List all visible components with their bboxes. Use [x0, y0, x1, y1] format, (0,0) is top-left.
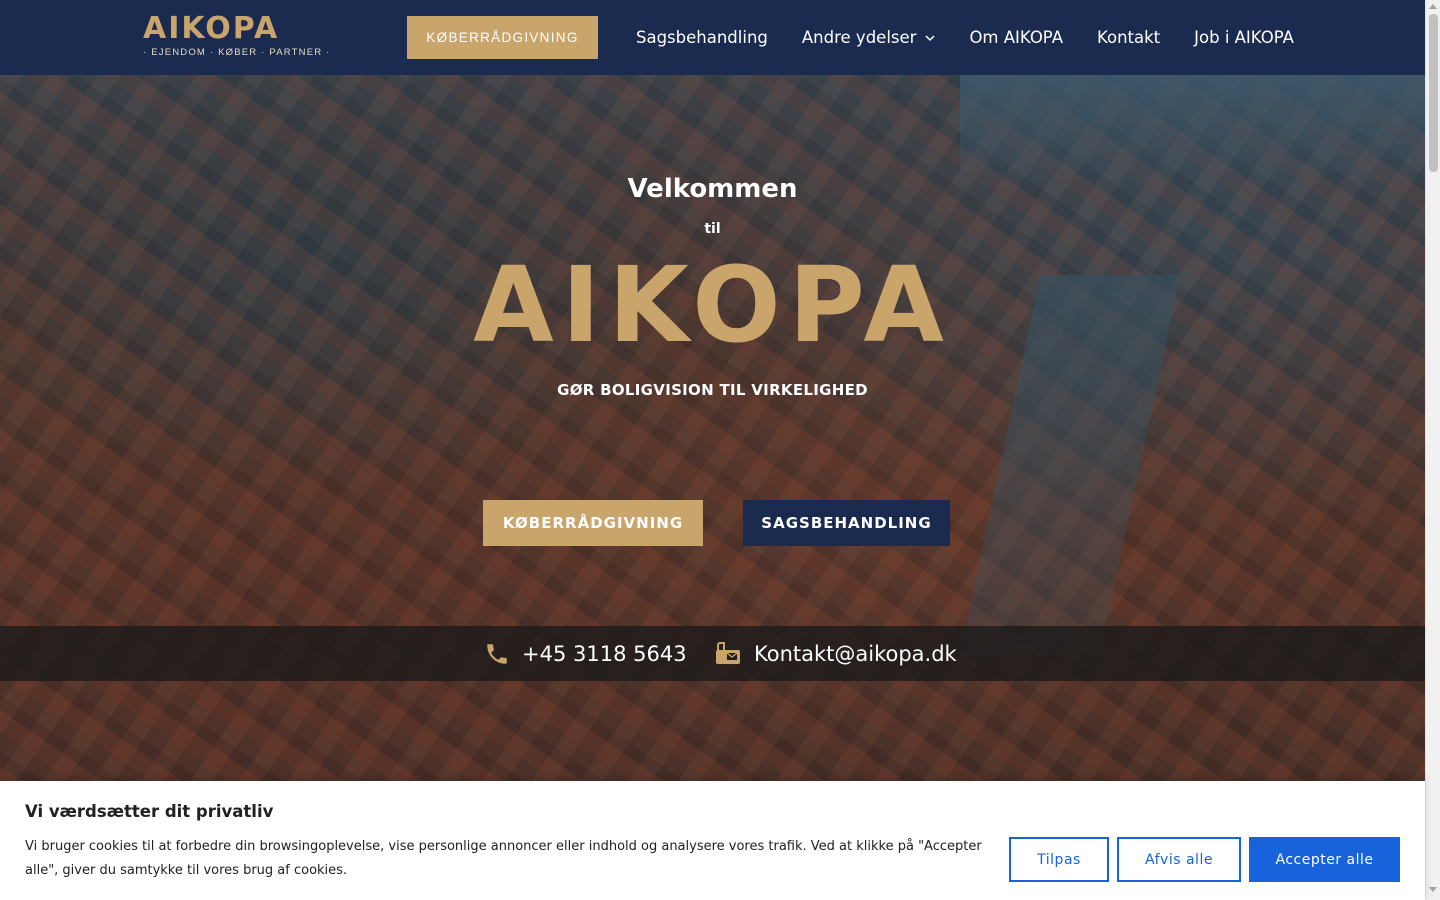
logo-tagline: · EJENDOM · KØBER · PARTNER · [143, 47, 331, 58]
scroll-thumb[interactable] [1429, 14, 1438, 172]
main-nav: Sagsbehandling Andre ydelser Om AIKOPA K… [636, 0, 1294, 75]
cookie-title: Vi værdsætter dit privatliv [25, 802, 274, 821]
nav-item-andre-ydelser[interactable]: Andre ydelser [802, 28, 936, 47]
nav-item-label: Sagsbehandling [636, 28, 768, 47]
nav-item-label: Andre ydelser [801, 28, 917, 47]
site-header: AIKOPA · EJENDOM · KØBER · PARTNER · KØB… [0, 0, 1425, 75]
scroll-down-arrow-icon[interactable] [1429, 887, 1437, 892]
nav-item-label: Job i AIKOPA [1194, 28, 1294, 47]
contact-phone-text: +45 3118 5643 [522, 641, 687, 666]
hero-welcome: Velkommen [627, 174, 798, 204]
nav-item-label: Kontakt [1096, 28, 1161, 47]
page-scrollbar[interactable] [1425, 0, 1440, 900]
cookie-accept-button[interactable]: Accepter alle [1249, 837, 1400, 882]
nav-item-om-aikopa[interactable]: Om AIKOPA [969, 28, 1063, 47]
nav-item-label: Om AIKOPA [969, 28, 1063, 47]
contact-email-text: Kontakt@aikopa.dk [754, 641, 957, 666]
hero-sagsbehandling-button[interactable]: SAGSBEHANDLING [743, 500, 950, 546]
mail-box-icon [716, 641, 740, 664]
nav-item-sagsbehandling[interactable]: Sagsbehandling [636, 28, 768, 47]
cookie-description: Vi bruger cookies til at forbedre din br… [25, 839, 982, 878]
hero-section: Velkommen til AIKOPA GØR BOLIGVISION TIL… [0, 75, 1425, 900]
contact-bar: +45 3118 5643 Kontakt@aikopa.dk [0, 626, 1425, 681]
scroll-up-arrow-icon[interactable] [1429, 4, 1437, 9]
cookie-banner: Vi værdsætter dit privatliv Vi bruger co… [0, 781, 1425, 900]
logo-wordmark: AIKOPA [143, 11, 280, 46]
cookie-customize-button[interactable]: Tilpas [1009, 837, 1109, 882]
chevron-down-icon [925, 34, 935, 41]
cookie-reject-button[interactable]: Afvis alle [1117, 837, 1241, 882]
contact-email-link[interactable]: Kontakt@aikopa.dk [714, 626, 957, 681]
hero-kobsraadgivning-button[interactable]: KØBERRÅDGIVNING [483, 500, 703, 546]
phone-icon [487, 643, 507, 664]
nav-kobsraadgivning-button[interactable]: KØBERRÅDGIVNING [407, 16, 598, 59]
hero-brand: AIKOPA [473, 244, 952, 366]
site-logo[interactable]: AIKOPA · EJENDOM · KØBER · PARTNER · [143, 11, 331, 60]
hero-tagline: GØR BOLIGVISION TIL VIRKELIGHED [557, 381, 868, 399]
nav-item-job[interactable]: Job i AIKOPA [1194, 28, 1294, 47]
nav-item-kontakt[interactable]: Kontakt [1097, 28, 1160, 47]
contact-phone-link[interactable]: +45 3118 5643 [484, 626, 687, 681]
hero-til: til [704, 221, 721, 237]
